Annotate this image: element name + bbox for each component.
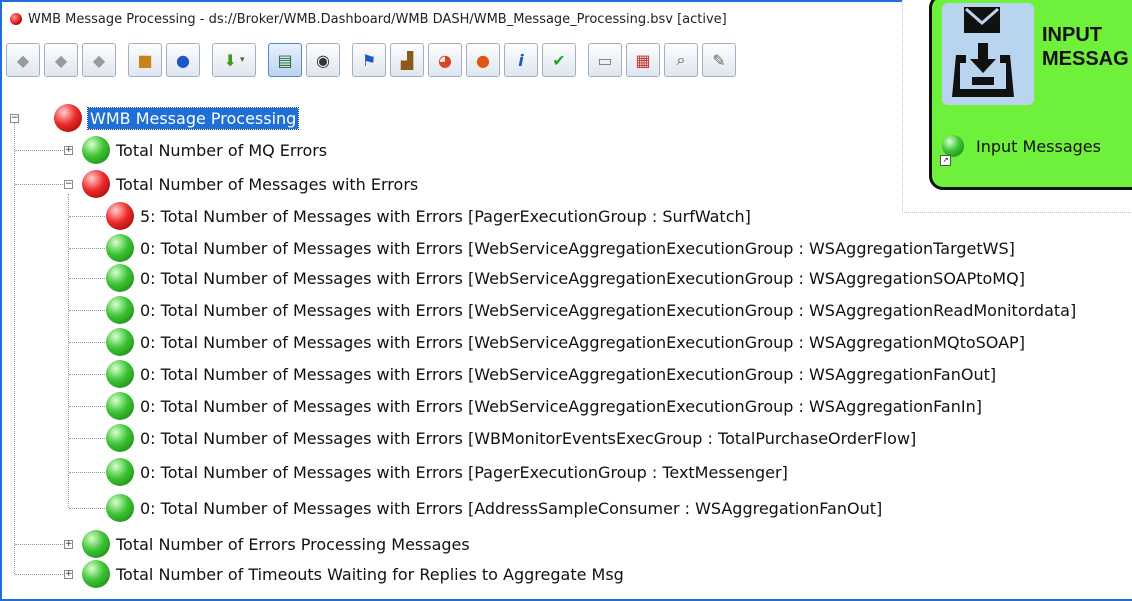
status-green-icon xyxy=(106,424,134,452)
tree-leaf[interactable]: 5: Total Number of Messages with Errors … xyxy=(106,200,751,232)
status-green-icon xyxy=(106,264,134,292)
tree-leaf[interactable]: 0: Total Number of Messages with Errors … xyxy=(106,326,1025,358)
tree-leaf[interactable]: 0: Total Number of Messages with Errors … xyxy=(106,358,996,390)
tree-item-errors-processing[interactable]: Total Number of Errors Processing Messag… xyxy=(82,528,470,560)
expand-timeouts-icon[interactable]: + xyxy=(64,570,73,579)
status-green-icon xyxy=(106,360,134,388)
tree-item-label: Total Number of Messages with Errors xyxy=(116,174,419,194)
pie-chart-icon[interactable]: ◕ xyxy=(428,43,462,77)
tree-leaf[interactable]: 0: Total Number of Messages with Errors … xyxy=(106,422,916,454)
tree-leaf-label: 0: Total Number of Messages with Errors … xyxy=(140,268,1025,288)
checkmark-icon[interactable]: ✔ xyxy=(542,43,576,77)
status-green-icon xyxy=(106,392,134,420)
tree-leaf-label: 5: Total Number of Messages with Errors … xyxy=(140,206,751,226)
tile-title-line2: MESSAG xyxy=(1042,48,1129,70)
tree-leaf-label: 0: Total Number of Messages with Errors … xyxy=(140,300,1077,320)
tree-leaf-label: 0: Total Number of Messages with Errors … xyxy=(140,428,917,448)
status-green-icon xyxy=(82,530,110,558)
inbox-icon xyxy=(942,3,1034,105)
status-green-icon xyxy=(106,458,134,486)
tree-leaf[interactable]: 0: Total Number of Messages with Errors … xyxy=(106,390,982,422)
collapse-messages-with-errors-icon[interactable]: − xyxy=(64,180,73,189)
status-red-icon xyxy=(106,202,134,230)
status-green-icon xyxy=(106,296,134,324)
grey-diamond-1-icon[interactable]: ◆ xyxy=(6,43,40,77)
tree-leaf-label: 0: Total Number of Messages with Errors … xyxy=(140,498,883,518)
grey-diamond-2-icon[interactable]: ◆ xyxy=(44,43,78,77)
status-red-icon xyxy=(82,170,110,198)
status-green-icon xyxy=(942,135,964,157)
window-title: WMB Message Processing - ds://Broker/WMB… xyxy=(28,11,727,27)
info-icon[interactable]: i xyxy=(504,43,538,77)
gauge-icon[interactable]: ◉ xyxy=(306,43,340,77)
tree-root-label: WMB Message Processing xyxy=(86,106,300,130)
tree-leaf-label: 0: Total Number of Messages with Errors … xyxy=(140,238,1015,258)
status-green-icon xyxy=(106,328,134,356)
tile-footer: Input Messages xyxy=(942,135,1101,157)
status-green-icon xyxy=(106,234,134,262)
status-green-icon xyxy=(106,494,134,522)
tile-footer-label: Input Messages xyxy=(976,136,1101,156)
tree-leaf-label: 0: Total Number of Messages with Errors … xyxy=(140,462,788,482)
tree-leaf[interactable]: 0: Total Number of Messages with Errors … xyxy=(106,262,1025,294)
status-red-icon xyxy=(54,104,82,132)
tree-view-icon[interactable]: ▤ xyxy=(268,43,302,77)
status-green-icon xyxy=(82,136,110,164)
download-arrow-dropdown-icon[interactable]: ⬇ ▾ xyxy=(212,43,256,77)
tile-title: INPUT MESSAG xyxy=(1042,23,1129,71)
chart-icon[interactable]: ▟ xyxy=(390,43,424,77)
package-icon[interactable]: ■ xyxy=(128,43,162,77)
tree-leaf-label: 0: Total Number of Messages with Errors … xyxy=(140,396,982,416)
book-icon[interactable]: ▭ xyxy=(588,43,622,77)
tree-root[interactable]: WMB Message Processing xyxy=(54,102,300,134)
tree-item-label: Total Number of Errors Processing Messag… xyxy=(116,534,470,554)
tree-item-label: Total Number of MQ Errors xyxy=(116,140,328,160)
alarm-icon[interactable]: ● xyxy=(466,43,500,77)
tools-icon[interactable]: ✎ xyxy=(702,43,736,77)
expand-errors-processing-icon[interactable]: + xyxy=(64,540,73,549)
tree-leaf[interactable]: 0: Total Number of Messages with Errors … xyxy=(106,294,1076,326)
toolbar: ◆ ◆ ◆ ■ ● ⬇ ▾ ▤ ◉ ⚑ ▟ ◕ ● i ✔ ▭ ▦ ⌕ ✎ xyxy=(6,38,1006,82)
flag-icon[interactable]: ⚑ xyxy=(352,43,386,77)
tree-item-messages-with-errors[interactable]: Total Number of Messages with Errors xyxy=(82,168,418,200)
tree-item-mq-errors[interactable]: Total Number of MQ Errors xyxy=(82,134,327,166)
calendar-icon[interactable]: ▦ xyxy=(626,43,660,77)
status-green-icon xyxy=(82,560,110,588)
search-document-icon[interactable]: ⌕ xyxy=(664,43,698,77)
shortcut-arrow-icon: ↗ xyxy=(940,155,951,166)
expand-mq-errors-icon[interactable]: + xyxy=(64,146,73,155)
status-dot-icon xyxy=(10,13,22,25)
input-messages-tile[interactable]: INPUT MESSAG Input Messages ↗ xyxy=(929,0,1132,190)
stop-icon[interactable]: ● xyxy=(166,43,200,77)
tile-title-line1: INPUT xyxy=(1042,24,1102,46)
tree-leaf-label: 0: Total Number of Messages with Errors … xyxy=(140,364,997,384)
tree-leaf-label: 0: Total Number of Messages with Errors … xyxy=(140,332,1025,352)
tree-leaf[interactable]: 0: Total Number of Messages with Errors … xyxy=(106,492,882,524)
tree-item-timeouts[interactable]: Total Number of Timeouts Waiting for Rep… xyxy=(82,558,624,590)
collapse-root-icon[interactable]: − xyxy=(10,114,19,123)
tree-leaf[interactable]: 0: Total Number of Messages with Errors … xyxy=(106,456,788,488)
dashboard-canvas: INPUT MESSAG Input Messages ↗ xyxy=(902,0,1132,213)
grey-diamond-3-icon[interactable]: ◆ xyxy=(82,43,116,77)
tree-item-label: Total Number of Timeouts Waiting for Rep… xyxy=(116,564,624,584)
tree-leaf[interactable]: 0: Total Number of Messages with Errors … xyxy=(106,232,1015,264)
